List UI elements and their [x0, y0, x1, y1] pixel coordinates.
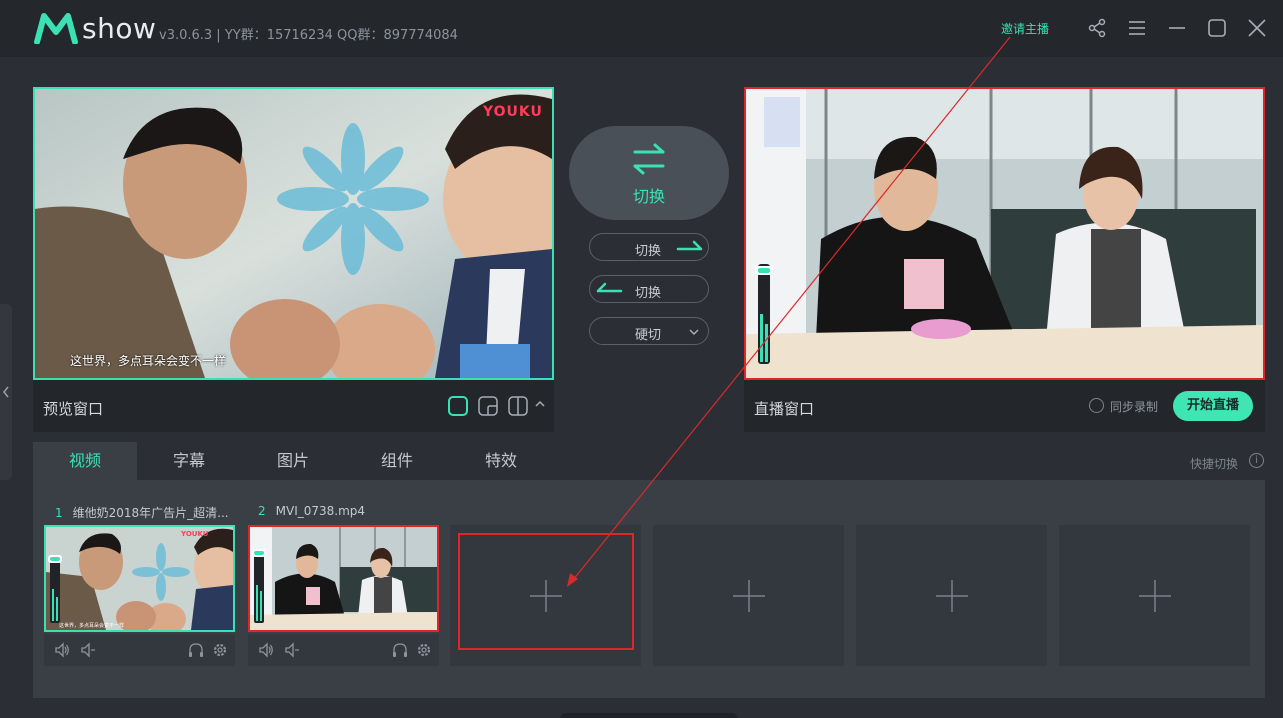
switch-left-button[interactable]: 切换 [589, 275, 709, 303]
live-video-image [746, 89, 1263, 378]
switch-left-label: 切换 [635, 286, 662, 301]
preview-title: 预览窗口 [43, 400, 104, 418]
empty-source-slot[interactable] [653, 525, 844, 666]
swap-arrows-icon [633, 143, 665, 175]
hard-cut-dropdown[interactable]: 硬切 [589, 317, 709, 345]
minimize-icon[interactable] [1167, 18, 1187, 38]
layout-pip-icon[interactable] [478, 396, 498, 416]
layout-split-icon[interactable] [508, 396, 528, 416]
preview-subtitle: 这世界，多点耳朵会变不一样 [70, 354, 227, 368]
source-tabs: 视频 字幕 图片 组件 特效 [33, 442, 1265, 480]
hard-cut-label: 硬切 [635, 328, 662, 343]
app-logo-icon [34, 13, 78, 44]
add-source-icon [733, 580, 765, 612]
empty-source-slot[interactable] [1059, 525, 1250, 666]
source-2-thumbnail[interactable] [248, 525, 439, 632]
mic-volume-icon[interactable] [80, 642, 96, 658]
source-1-name: 维他奶2018年广告片_超清... [72, 506, 229, 520]
source-2-image [250, 527, 437, 630]
live-title: 直播窗口 [754, 400, 815, 418]
info-icon[interactable]: i [1249, 453, 1264, 468]
tab-subtitle[interactable]: 字幕 [137, 442, 241, 480]
chevron-down-icon [689, 329, 699, 336]
sync-record-radio[interactable] [1089, 398, 1104, 413]
tab-effects[interactable]: 特效 [449, 442, 553, 480]
empty-source-slot[interactable] [856, 525, 1047, 666]
layout-single-icon[interactable] [448, 396, 468, 416]
live-video[interactable] [744, 87, 1265, 380]
add-source-icon [936, 580, 968, 612]
source-2-label: 2 MVI_0738.mp4 [258, 504, 365, 518]
speaker-icon[interactable] [54, 642, 70, 658]
source-1-watermark: YOUKU [181, 530, 209, 538]
share-icon[interactable] [1087, 18, 1107, 38]
menu-icon[interactable] [1127, 18, 1147, 38]
arrow-right-icon [676, 240, 703, 251]
switch-right-label: 切换 [635, 244, 662, 259]
version-info: v3.0.6.3 | YY群：15716234 QQ群：897774084 [159, 28, 458, 43]
source-1-thumbnail[interactable]: YOUKU 这世界，多点耳朵会变不一样 [44, 525, 235, 632]
app-logo-text: show [82, 12, 157, 45]
preview-video[interactable]: YOUKU 这世界，多点耳朵会变不一样 [33, 87, 554, 380]
start-live-button[interactable]: 开始直播 [1173, 391, 1253, 421]
source-2-number: 2 [258, 504, 266, 518]
chevron-up-icon[interactable] [535, 400, 545, 408]
tab-video[interactable]: 视频 [33, 442, 137, 480]
highlight-box [458, 533, 634, 650]
speaker-icon[interactable] [258, 642, 274, 658]
source-1-toolbar [44, 634, 235, 666]
maximize-icon[interactable] [1207, 18, 1227, 38]
tab-component[interactable]: 组件 [345, 442, 449, 480]
quick-switch-label[interactable]: 快捷切换 [1190, 455, 1238, 472]
preview-video-image [35, 89, 552, 378]
tab-image[interactable]: 图片 [241, 442, 345, 480]
headphones-icon[interactable] [188, 642, 204, 658]
source-2-toolbar [248, 634, 439, 666]
settings-gear-icon[interactable] [212, 642, 228, 658]
invite-host-link[interactable]: 邀请主播 [1001, 20, 1049, 37]
source-1-subtitle: 这世界，多点耳朵会变不一样 [59, 623, 125, 629]
main-switch-label: 切换 [632, 187, 665, 206]
source-2-name: MVI_0738.mp4 [275, 504, 366, 518]
bottom-drag-handle[interactable] [560, 713, 738, 718]
add-source-icon [1139, 580, 1171, 612]
chevron-left-icon [3, 386, 9, 398]
side-collapse-handle[interactable] [0, 304, 12, 480]
youku-watermark: YOUKU [483, 104, 543, 120]
settings-gear-icon[interactable] [416, 642, 432, 658]
mic-volume-icon[interactable] [284, 642, 300, 658]
close-icon[interactable] [1247, 18, 1267, 38]
source-1-label: 1 维他奶2018年广告片_超清... [55, 504, 229, 521]
source-1-number: 1 [55, 506, 63, 520]
title-bar: show v3.0.6.3 | YY群：15716234 QQ群：8977740… [0, 0, 1283, 57]
source-1-image [46, 527, 233, 630]
sync-record-label: 同步录制 [1110, 400, 1159, 414]
headphones-icon[interactable] [392, 642, 408, 658]
preview-footer: 预览窗口 [33, 380, 554, 432]
switch-right-button[interactable]: 切换 [589, 233, 709, 261]
main-switch-button[interactable]: 切换 [569, 126, 729, 220]
arrow-left-icon [596, 282, 623, 293]
